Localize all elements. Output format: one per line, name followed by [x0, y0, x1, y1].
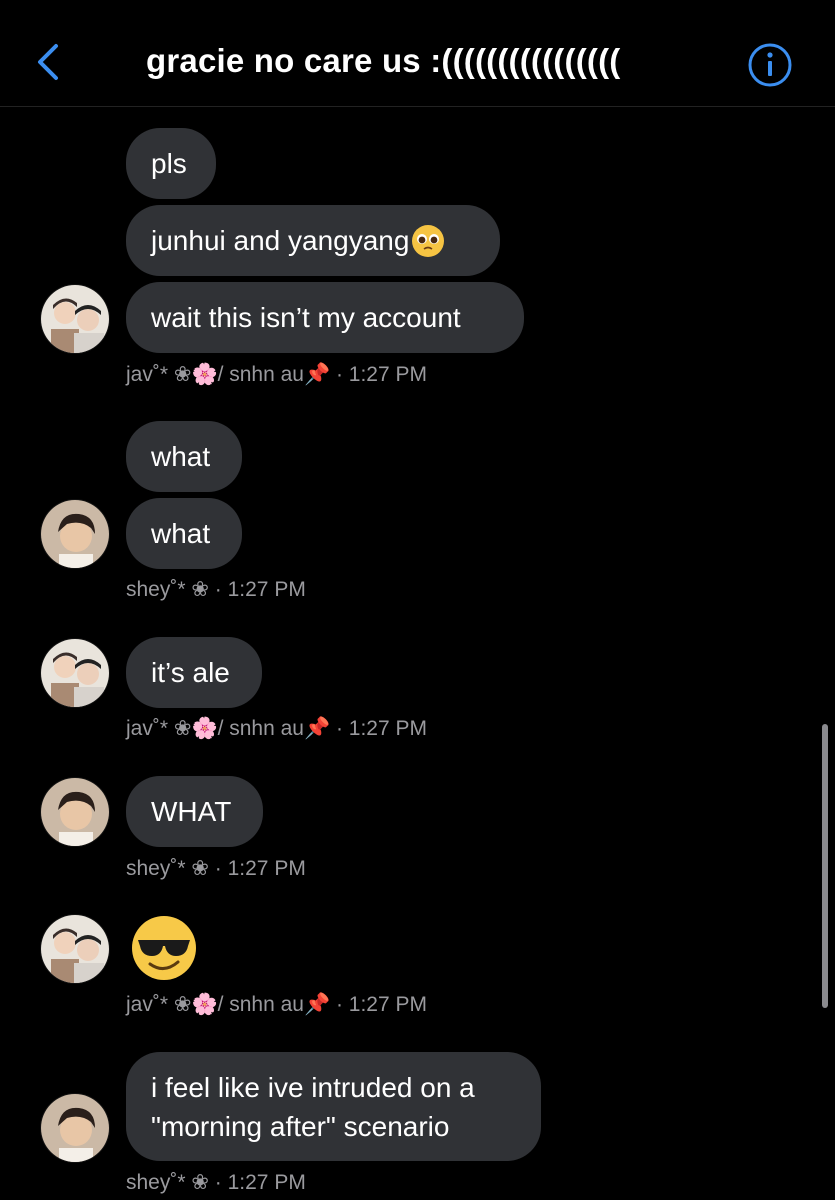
message-text: junhui and yangyang: [151, 224, 410, 256]
message-bubble[interactable]: what: [126, 421, 242, 492]
message-text: i feel like ive intruded on a "morning a…: [151, 1072, 475, 1142]
message-text: WHAT: [151, 795, 232, 827]
avatar-photo-icon: [41, 778, 109, 846]
message-text: it’s ale: [151, 656, 230, 688]
conversation-title[interactable]: gracie no care us :((((((((((((((((: [146, 42, 620, 80]
avatar-photo-icon: [41, 500, 109, 568]
message-bubble[interactable]: i feel like ive intruded on a "morning a…: [126, 1052, 541, 1161]
message-text: wait this isn’t my account: [151, 301, 461, 333]
conversation-header: gracie no care us :((((((((((((((((: [0, 0, 835, 107]
message-meta: jav˚* ❀🌸/ snhn au📌 · 1:27 PM: [126, 363, 428, 386]
avatar-photo-icon: [41, 285, 109, 353]
avatar-jav[interactable]: [41, 285, 109, 353]
message-meta: jav˚* ❀🌸/ snhn au📌 · 1:27 PM: [126, 993, 428, 1016]
info-circle-icon[interactable]: [747, 42, 793, 88]
message-bubble[interactable]: WHAT: [126, 776, 263, 847]
avatar-photo-icon: [41, 915, 109, 983]
scrollbar[interactable]: [822, 724, 828, 1008]
message-bubble[interactable]: it’s ale: [126, 637, 262, 708]
message-meta: jav˚* ❀🌸/ snhn au📌 · 1:27 PM: [126, 717, 428, 740]
avatar-jav[interactable]: [41, 915, 109, 983]
sunglasses-emoji-icon[interactable]: [130, 914, 198, 982]
message-bubble[interactable]: pls: [126, 128, 216, 199]
message-text: what: [151, 440, 211, 472]
avatar-photo-icon: [41, 1094, 109, 1162]
message-bubble[interactable]: junhui and yangyang: [126, 205, 500, 276]
message-meta: shey˚* ❀ · 1:27 PM: [126, 578, 306, 601]
message-text: what: [151, 517, 211, 549]
message-bubble[interactable]: what: [126, 498, 242, 569]
avatar-photo-icon: [41, 639, 109, 707]
avatar-shey[interactable]: [41, 1094, 109, 1162]
pleading-face-emoji-icon: [412, 224, 445, 257]
message-text: pls: [151, 147, 187, 179]
chevron-left-icon[interactable]: [30, 40, 66, 84]
message-meta: shey˚* ❀ · 1:27 PM: [126, 857, 306, 880]
avatar-shey[interactable]: [41, 500, 109, 568]
message-bubble[interactable]: wait this isn’t my account: [126, 282, 524, 353]
message-meta: shey˚* ❀ · 1:27 PM: [126, 1171, 306, 1194]
avatar-shey[interactable]: [41, 778, 109, 846]
avatar-jav[interactable]: [41, 639, 109, 707]
